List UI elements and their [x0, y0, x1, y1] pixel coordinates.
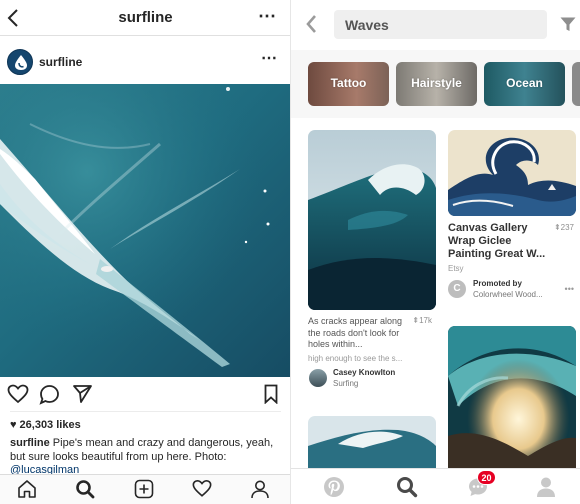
chip-ocean[interactable]: Ocean: [484, 62, 565, 106]
instagram-tab-bar: [0, 474, 290, 504]
pin-source: Etsy: [448, 264, 464, 273]
search-icon[interactable]: [396, 476, 418, 503]
pinterest-tab-bar: 20: [291, 468, 580, 504]
profile-title: surfline: [118, 9, 173, 26]
new-post-icon[interactable]: [134, 479, 154, 504]
heart-small-icon: ♥: [10, 419, 17, 431]
search-icon[interactable]: [75, 479, 95, 504]
comment-icon[interactable]: [39, 384, 60, 410]
post-options-icon[interactable]: ⋯: [261, 48, 277, 68]
author-name: Casey Knowlton: [333, 367, 396, 377]
likes-text: 26,303 likes: [19, 419, 81, 431]
pin-grid: As cracks appear along the roads don't l…: [291, 118, 580, 476]
chip-tattoo[interactable]: Tattoo: [308, 62, 389, 106]
pin-icon: ⇞: [553, 223, 561, 232]
pin-card[interactable]: As cracks appear along the roads don't l…: [308, 130, 436, 391]
caption-text: Pipe's mean and crazy and dangerous, yea…: [10, 437, 274, 463]
notification-badge: 20: [477, 470, 496, 485]
home-icon[interactable]: [17, 479, 37, 504]
instagram-top-bar: surfline ⋯: [0, 0, 290, 36]
activity-heart-icon[interactable]: [192, 479, 212, 503]
chip-hairstyle[interactable]: Hairstyle: [396, 62, 477, 106]
pinterest-pane: Waves Tattoo Hairstyle Ocean As cracks a…: [291, 0, 580, 504]
post-header: surfline ⋯: [0, 44, 290, 82]
pin-image[interactable]: [448, 130, 576, 216]
profile-icon[interactable]: [536, 476, 556, 503]
share-icon[interactable]: [72, 384, 93, 409]
search-query: Waves: [345, 17, 389, 33]
post-photo[interactable]: [0, 84, 290, 377]
pin-save-count: ⇞17k: [412, 316, 432, 325]
pin-description: As cracks appear along the roads don't l…: [308, 316, 403, 349]
pin-image[interactable]: [308, 130, 436, 310]
pin-save-count: ⇞237: [554, 223, 574, 232]
caption-username[interactable]: surfline: [10, 437, 50, 449]
avatar[interactable]: [7, 49, 33, 75]
pin-image[interactable]: [448, 326, 576, 476]
search-input[interactable]: Waves: [334, 10, 547, 39]
bookmark-icon[interactable]: [264, 384, 278, 409]
chip-label: Ocean: [506, 76, 543, 90]
promoted-label: Promoted by: [473, 279, 522, 288]
author-avatar: [309, 368, 327, 387]
board-name: Surfing: [333, 378, 359, 388]
pin-title: Canvas Gallery Wrap Giclee Painting Grea…: [448, 222, 546, 260]
divider: [10, 411, 281, 412]
promoter-avatar: C: [448, 280, 466, 298]
pin-card[interactable]: [308, 416, 436, 476]
chip-label: Hairstyle: [411, 76, 462, 90]
pin-author[interactable]: Casey Knowlton Surfing: [308, 367, 436, 391]
back-arrow-icon[interactable]: [305, 14, 317, 39]
profile-icon[interactable]: [250, 479, 270, 504]
pin-image[interactable]: [308, 416, 436, 476]
more-options-icon[interactable]: ⋯: [258, 6, 277, 27]
pin-card[interactable]: Canvas Gallery Wrap Giclee Painting Grea…: [448, 130, 576, 306]
likes-count[interactable]: ♥ 26,303 likes: [10, 419, 81, 431]
promoted-by[interactable]: C Promoted by Colorwheel Wood... •••: [448, 278, 576, 306]
instagram-pane: surfline ⋯ surfline ⋯ ♥ 26,303 likes sur…: [0, 0, 291, 504]
guided-search-chips: Tattoo Hairstyle Ocean: [291, 50, 580, 118]
post-actions: [0, 382, 290, 410]
pinterest-home-icon[interactable]: [323, 476, 345, 503]
pin-more-text: high enough to see the s...: [308, 353, 403, 363]
screen: surfline ⋯ surfline ⋯ ♥ 26,303 likes sur…: [0, 0, 580, 504]
save-count-text: 17k: [419, 316, 432, 325]
filter-icon[interactable]: [560, 17, 576, 37]
more-options-icon[interactable]: •••: [565, 284, 574, 294]
promoter-name: Colorwheel Wood...: [473, 290, 543, 299]
chip-label: Tattoo: [330, 76, 367, 90]
post-caption: surfline Pipe's mean and crazy and dange…: [10, 437, 282, 478]
pin-card[interactable]: [448, 326, 576, 476]
like-heart-icon[interactable]: [7, 384, 29, 409]
save-count-text: 237: [560, 223, 574, 232]
chip-partial[interactable]: [572, 62, 580, 106]
post-username[interactable]: surfline: [39, 55, 82, 69]
pinterest-top-bar: Waves: [291, 0, 580, 50]
